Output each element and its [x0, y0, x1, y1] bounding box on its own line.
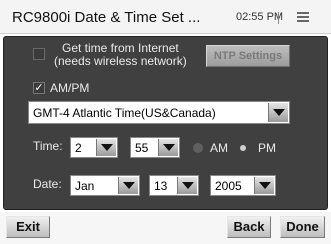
time-label: Time:: [33, 139, 63, 153]
title-bar: RC9800i Date & Time Set ... 02:55 PM: [0, 0, 331, 34]
day-dropdown[interactable]: 13: [149, 175, 199, 196]
internet-time-label-line2: (needs wireless network): [54, 54, 187, 68]
chevron-down-icon[interactable]: [118, 177, 138, 194]
done-button[interactable]: Done: [280, 216, 325, 238]
year-dropdown[interactable]: 2005: [210, 175, 276, 196]
exit-button[interactable]: Exit: [6, 216, 50, 238]
ntp-settings-button[interactable]: NTP Settings: [206, 45, 290, 67]
minute-dropdown[interactable]: 55: [130, 137, 180, 158]
bottom-toolbar: Exit Back Done: [0, 212, 331, 244]
chevron-down-icon[interactable]: [177, 177, 197, 194]
settings-panel: Get time from Internet (needs wireless n…: [3, 36, 328, 210]
ampm-label: AM/PM: [50, 81, 90, 95]
timezone-dropdown[interactable]: GMT-4 Atlantic Time(US&Canada): [28, 101, 290, 124]
date-label: Date:: [33, 177, 62, 191]
chevron-down-icon[interactable]: [158, 139, 178, 156]
month-value: Jan: [75, 178, 95, 193]
day-value: 13: [154, 178, 168, 193]
internet-time-label-line1: Get time from Internet: [62, 41, 179, 55]
ampm-checkbox[interactable]: ✓: [33, 82, 45, 94]
back-button[interactable]: Back: [227, 216, 271, 238]
hour-dropdown[interactable]: 2: [70, 137, 118, 158]
chevron-down-icon[interactable]: [268, 103, 288, 122]
chevron-down-icon[interactable]: [254, 177, 274, 194]
month-dropdown[interactable]: Jan: [70, 175, 140, 196]
timezone-value: GMT-4 Atlantic Time(US&Canada): [33, 105, 216, 120]
window-title: RC9800i Date & Time Set ...: [12, 9, 201, 26]
internet-time-checkbox[interactable]: [33, 48, 45, 60]
hamburger-icon[interactable]: [297, 11, 309, 23]
status-separator: [278, 12, 279, 24]
status-clock: 02:55 PM: [236, 11, 284, 23]
am-radio[interactable]: [193, 143, 203, 153]
hour-value: 2: [75, 140, 82, 155]
minute-value: 55: [135, 140, 149, 155]
pm-radio[interactable]: [240, 145, 246, 151]
pm-label: PM: [258, 141, 276, 155]
year-value: 2005: [215, 178, 242, 193]
am-label: AM: [210, 141, 228, 155]
chevron-down-icon[interactable]: [96, 139, 116, 156]
